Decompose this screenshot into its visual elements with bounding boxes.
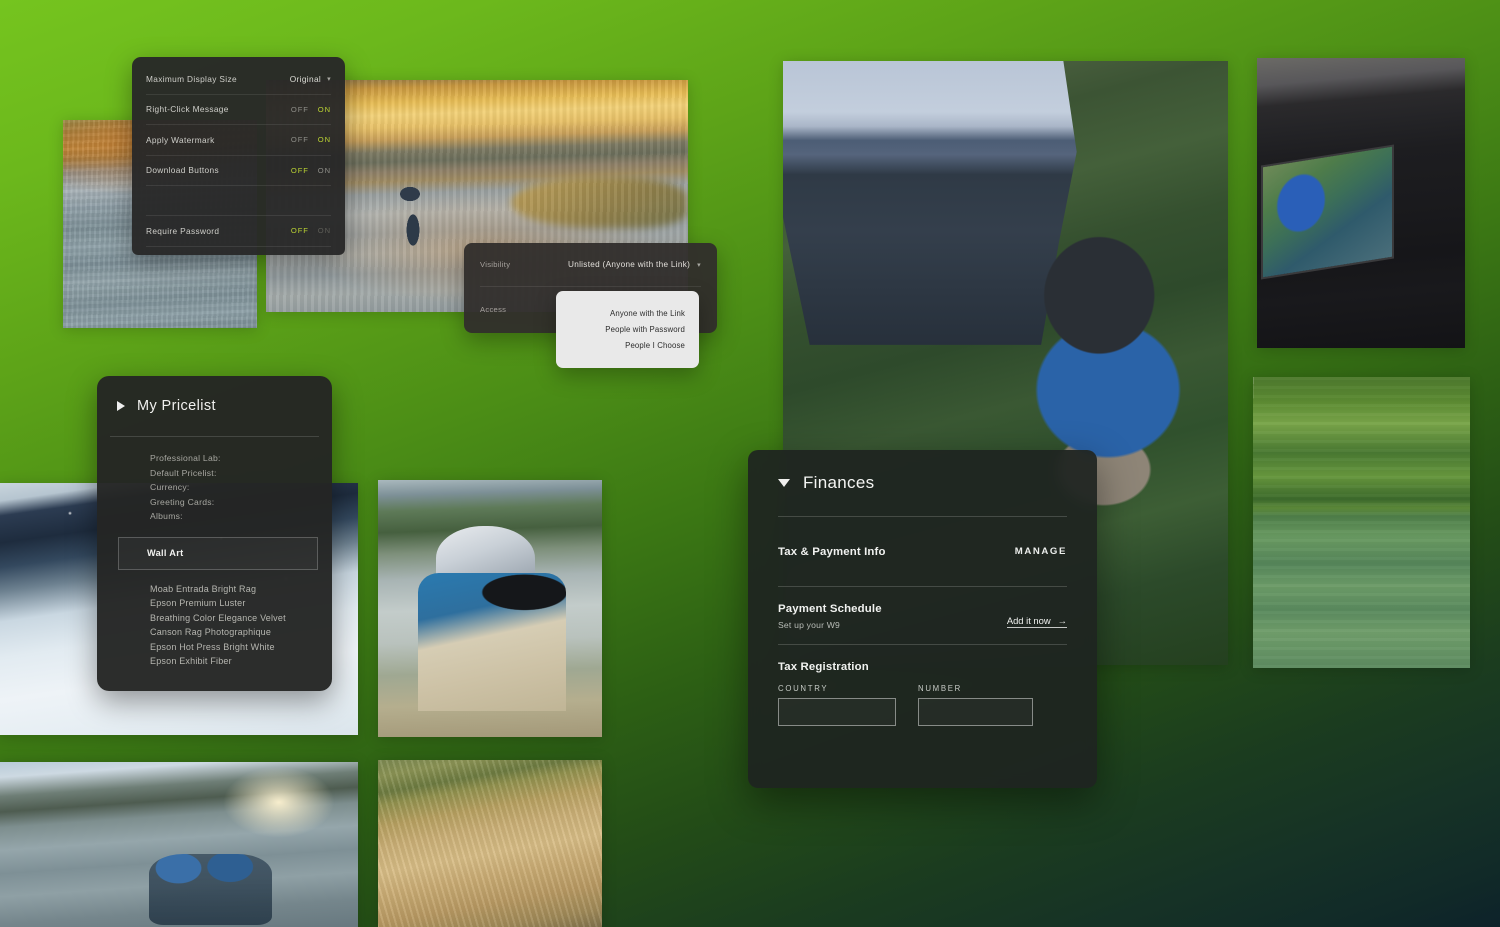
right-click-message-toggle[interactable]: OFF ON [291,105,331,114]
visibility-select[interactable]: Unlisted (Anyone with the Link) ▾ [568,260,701,269]
arrow-right-icon: → [1057,615,1067,626]
finances-card: Finances Tax & Payment Info MANAGE Payme… [748,450,1097,788]
chevron-down-icon: ▾ [697,261,701,269]
payment-schedule-label: Payment Schedule [778,603,882,615]
setting-row-apply-watermark[interactable]: Apply Watermark OFF ON [146,125,331,156]
payment-schedule-row: Payment Schedule Set up your W9 Add it n… [778,603,1067,630]
setting-row-maximum-display-size[interactable]: Maximum Display Size Original ▾ [146,64,331,95]
apply-watermark-on[interactable]: ON [318,135,331,144]
list-item[interactable]: Moab Entrada Bright Rag [150,582,317,597]
add-it-now-label: Add it now [1006,615,1051,626]
tax-payment-info-row: Tax & Payment Info MANAGE [778,517,1067,586]
list-item[interactable]: Epson Premium Luster [150,596,317,611]
pricelist-card: My Pricelist Professional Lab: Default P… [97,376,332,691]
visibility-row[interactable]: Visibility Unlisted (Anyone with the Lin… [480,243,701,287]
photo-grass-hillside [378,760,602,927]
photo-photographer [378,480,602,737]
number-label: NUMBER [918,684,962,693]
country-field-group: COUNTRY [778,684,896,726]
tax-registration-section: Tax Registration COUNTRY NUMBER [778,645,1067,726]
visibility-label: Visibility [480,260,511,269]
right-click-message-off[interactable]: OFF [291,105,309,114]
display-settings-card: Maximum Display Size Original ▾ Right-Cl… [132,57,345,255]
add-it-now-link[interactable]: Add it now → [1006,615,1067,628]
chevron-down-icon: ▾ [327,75,331,83]
download-buttons-on[interactable]: ON [318,166,331,175]
finances-header[interactable]: Finances [778,450,1067,516]
pricelist-paper-list: Moab Entrada Bright Rag Epson Premium Lu… [112,570,317,670]
tax-payment-info-label: Tax & Payment Info [778,545,886,558]
country-input[interactable] [778,698,896,726]
photo-forest-reflection [1253,377,1470,668]
pricelist-title: My Pricelist [137,398,216,414]
number-input[interactable] [918,698,1033,726]
settings-spacer-row [146,186,331,216]
apply-watermark-off[interactable]: OFF [291,135,309,144]
number-field-group: NUMBER [918,684,1033,726]
require-password-off[interactable]: OFF [291,226,309,235]
require-password-toggle[interactable]: OFF ON [291,226,331,235]
pricelist-tab-wall-art[interactable]: Wall Art [118,536,318,570]
country-label: COUNTRY [778,684,829,693]
maximum-display-size-value: Original [289,73,322,84]
pricelist-field-greeting-cards: Greeting Cards: [150,496,215,507]
require-password-on[interactable]: ON [318,226,331,235]
triangle-down-icon[interactable] [778,479,790,487]
payment-schedule-subtext: Set up your W9 [778,620,841,630]
download-buttons-off[interactable]: OFF [291,166,309,175]
visibility-value: Unlisted (Anyone with the Link) [568,260,691,269]
apply-watermark-toggle[interactable]: OFF ON [291,135,331,144]
photo-boat-sunrise [0,762,358,927]
setting-label-apply-watermark: Apply Watermark [146,134,215,145]
setting-row-right-click-message[interactable]: Right-Click Message OFF ON [146,95,331,125]
access-option-people-with-password[interactable]: People with Password [605,325,685,334]
pricelist-fields: Professional Lab: Default Pricelist: Cur… [112,437,317,524]
setting-label-download-buttons: Download Buttons [146,165,219,176]
pricelist-field-albums: Albums: [150,511,183,521]
pricelist-field-professional-lab: Professional Lab: [150,453,221,463]
manage-button[interactable]: MANAGE [1015,546,1067,557]
triangle-right-icon[interactable] [117,401,125,411]
setting-row-download-buttons[interactable]: Download Buttons OFF ON [146,156,331,186]
pricelist-field-default-pricelist: Default Pricelist: [150,467,217,478]
access-label: Access [480,304,507,314]
list-item[interactable]: Epson Hot Press Bright White [150,640,317,655]
access-option-anyone-with-link[interactable]: Anyone with the Link [610,309,685,318]
list-item[interactable]: Epson Exhibit Fiber [150,654,317,669]
finances-title: Finances [803,473,875,492]
access-option-people-i-choose[interactable]: People I Choose [625,341,685,350]
tax-registration-label: Tax Registration [778,661,869,673]
photo-laptop-workbench [1257,58,1465,348]
payment-schedule-section: Payment Schedule Set up your W9 Add it n… [778,587,1067,644]
pricelist-field-currency: Currency: [150,482,190,492]
payment-schedule-text: Payment Schedule Set up your W9 [778,603,882,630]
tax-registration-fields: COUNTRY NUMBER [778,684,1067,726]
download-buttons-toggle[interactable]: OFF ON [291,166,331,175]
pricelist-header[interactable]: My Pricelist [112,376,317,436]
list-item[interactable]: Breathing Color Elegance Velvet [150,611,317,626]
maximum-display-size-select[interactable]: Original ▾ [290,74,331,84]
right-click-message-on[interactable]: ON [318,105,331,114]
list-item[interactable]: Canson Rag Photographique [150,625,317,640]
pricelist-tab-label: Wall Art [147,548,184,558]
access-dropdown-menu: Anyone with the Link People with Passwor… [556,291,699,368]
setting-label-require-password: Require Password [146,225,220,236]
page-background: Maximum Display Size Original ▾ Right-Cl… [0,0,1500,927]
setting-row-require-password[interactable]: Require Password OFF ON [146,216,331,247]
setting-label-right-click-message: Right-Click Message [146,104,229,115]
setting-label-maximum-display-size: Maximum Display Size [146,73,237,84]
